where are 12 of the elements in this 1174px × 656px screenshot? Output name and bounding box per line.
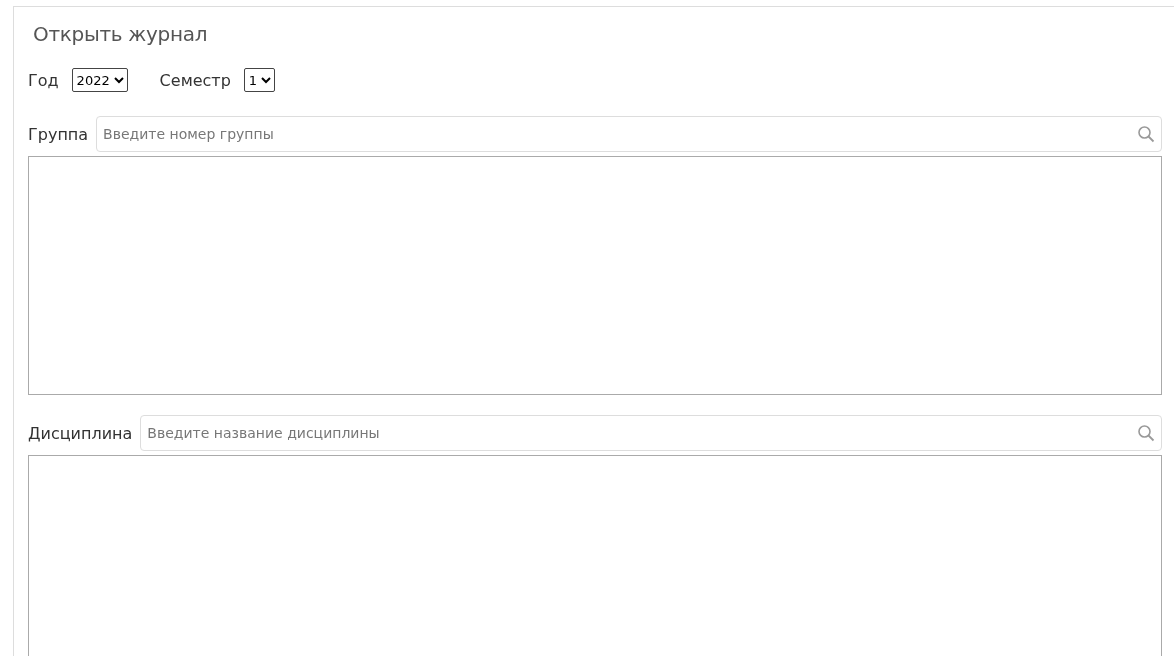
result-list[interactable] [28,156,1162,395]
search-icon [1137,424,1155,442]
search-field[interactable]: Введите название дисциплины [140,415,1162,451]
filter-label: Семестр [159,70,231,90]
search-label: Группа [28,124,89,144]
filter-select[interactable]: 1 [243,68,275,92]
page-title: Открыть журнал [33,22,209,46]
filter-label: Год [28,70,59,90]
search-label: Дисциплина [28,423,133,443]
search-field[interactable]: Введите номер группы [96,116,1162,152]
filter-select[interactable]: 2022 [71,68,128,92]
search-icon [1137,125,1155,143]
